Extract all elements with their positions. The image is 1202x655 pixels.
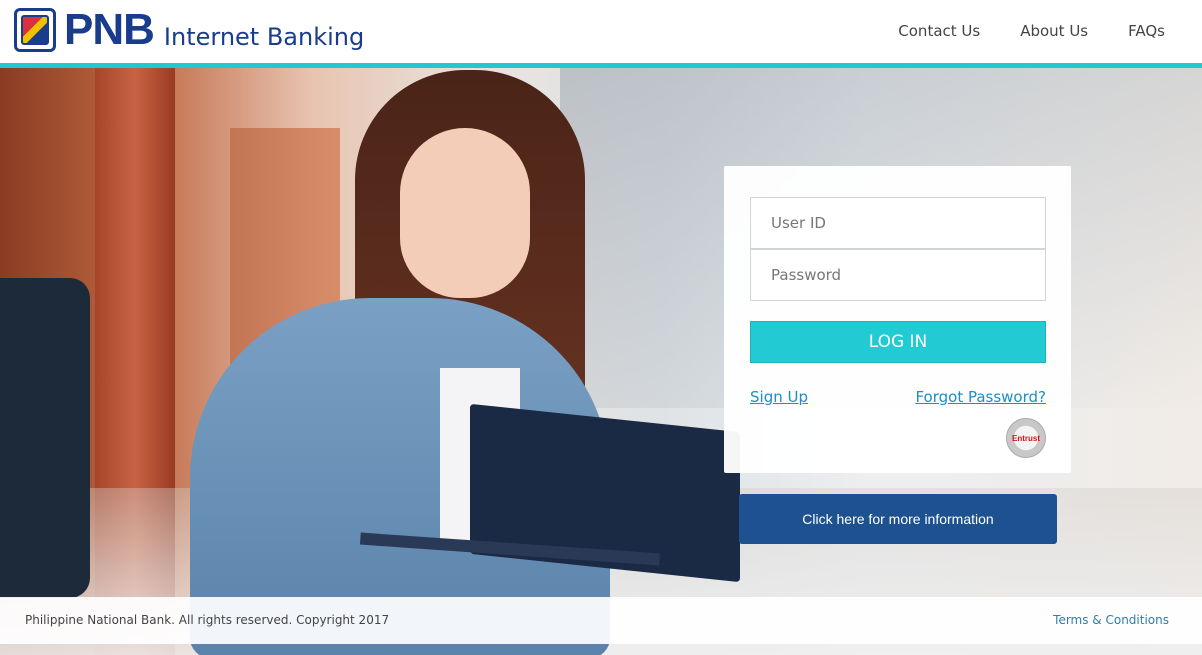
login-button[interactable]: LOG IN bbox=[750, 321, 1046, 363]
brand-logo[interactable]: PNB Internet Banking bbox=[14, 8, 364, 52]
nav-faqs[interactable]: FAQs bbox=[1128, 22, 1165, 40]
password-input[interactable] bbox=[750, 249, 1046, 301]
sign-up-link[interactable]: Sign Up bbox=[750, 388, 808, 406]
nav-about-us[interactable]: About Us bbox=[1020, 22, 1088, 40]
brand-name: PNB bbox=[64, 5, 155, 54]
user-id-input[interactable] bbox=[750, 197, 1046, 249]
nav-contact-us[interactable]: Contact Us bbox=[898, 22, 980, 40]
terms-conditions-link[interactable]: Terms & Conditions bbox=[1053, 613, 1169, 627]
forgot-password-link[interactable]: Forgot Password? bbox=[915, 388, 1046, 406]
photo-backpack bbox=[0, 278, 90, 598]
top-header: PNB Internet Banking Contact Us About Us… bbox=[0, 0, 1202, 64]
entrust-seal-icon[interactable]: Entrust bbox=[1006, 418, 1046, 458]
brand-subtitle: Internet Banking bbox=[163, 23, 365, 51]
footer: Philippine National Bank. All rights res… bbox=[0, 597, 1202, 644]
login-panel: LOG IN Sign Up Forgot Password? Entrust bbox=[724, 166, 1071, 473]
seal-label: Entrust bbox=[1012, 433, 1040, 443]
pnb-seal-icon bbox=[14, 8, 56, 52]
more-info-button[interactable]: Click here for more information bbox=[739, 494, 1057, 544]
copyright-text: Philippine National Bank. All rights res… bbox=[25, 613, 390, 627]
main-nav: Contact Us About Us FAQs bbox=[898, 22, 1165, 40]
photo-woman-face bbox=[400, 128, 530, 298]
